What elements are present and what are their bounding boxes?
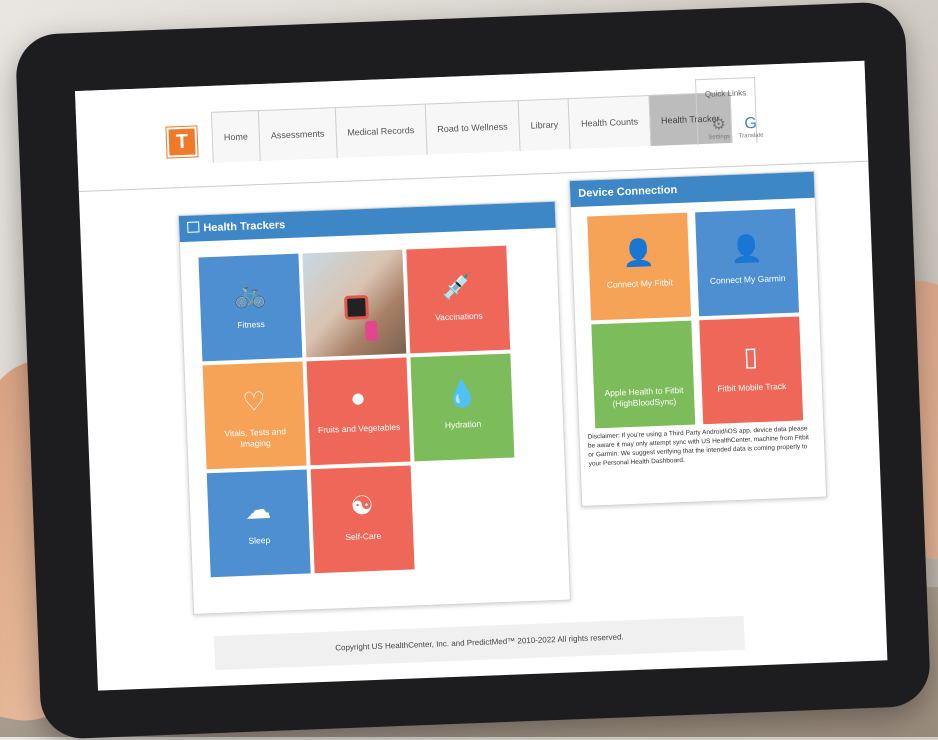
mobile-phone-icon: ▯	[742, 341, 759, 372]
tab-library[interactable]: Library	[517, 98, 572, 152]
translate-icon: G	[744, 114, 758, 133]
tile-vitals[interactable]: ♡ Vitals, Tests and Imaging	[202, 361, 307, 470]
tile-fitbit-mobile-track[interactable]: ▯ Fitbit Mobile Track	[699, 316, 804, 425]
settings-button[interactable]: ⚙ Settings	[704, 116, 733, 141]
smartwatch-image	[344, 294, 369, 320]
health-trackers-panel: Health Trackers 🚲 Fitness 💉 Vaccinations…	[177, 200, 571, 615]
meditation-icon: ☯	[349, 489, 375, 521]
add-user-icon: 👤	[621, 236, 656, 269]
brand-logo[interactable]: T	[166, 126, 198, 158]
tab-assessments[interactable]: Assessments	[257, 107, 338, 162]
main-tabs: Home Assessments Medical Records Road to…	[210, 91, 733, 163]
tab-health-counts[interactable]: Health Counts	[568, 95, 652, 150]
tablet-device: T Home Assessments Medical Records Road …	[14, 1, 932, 740]
tile-connect-fitbit[interactable]: 👤 Connect My Fitbit	[587, 212, 692, 321]
health-trackers-title: Health Trackers	[203, 219, 286, 235]
syringe-icon: 💉	[440, 269, 475, 302]
water-drop-icon: 💧	[445, 377, 479, 410]
apple-logo-icon	[592, 343, 693, 379]
heartbeat-icon: ♡	[241, 385, 267, 417]
tile-apple-health-fitbit[interactable]: Apple Health to Fitbit (HighBloodSync)	[591, 320, 696, 429]
fitness-photo	[302, 249, 407, 358]
health-trackers-header: Health Trackers	[178, 201, 556, 243]
tab-home[interactable]: Home	[210, 110, 261, 163]
device-disclaimer: Disclaimer: If you're using a Third Part…	[587, 425, 810, 468]
tile-self-care[interactable]: ☯ Self-Care	[310, 465, 415, 574]
tile-hydration[interactable]: 💧 Hydration	[410, 353, 515, 462]
tablet-screen: T Home Assessments Medical Records Road …	[74, 60, 888, 691]
apple-icon: ●	[349, 382, 367, 413]
tab-road-to-wellness[interactable]: Road to Wellness	[424, 100, 521, 155]
wristband-image	[365, 320, 378, 342]
tile-fitness[interactable]: 🚲 Fitness	[198, 253, 303, 362]
gears-icon: ⚙	[711, 116, 727, 134]
tile-fruits-vegetables[interactable]: ● Fruits and Vegetables	[306, 357, 411, 466]
copyright-footer: Copyright US HealthCenter, Inc. and Pred…	[214, 615, 745, 671]
tile-sleep[interactable]: ☁ Sleep	[206, 469, 311, 578]
add-user-icon: 👤	[729, 232, 764, 265]
translate-label: Translate	[738, 132, 764, 140]
settings-label: Settings	[708, 133, 731, 141]
sleep-icon: ☁	[244, 493, 272, 525]
bicycle-icon: 🚲	[233, 277, 267, 310]
tile-vaccinations[interactable]: 💉 Vaccinations	[406, 245, 511, 354]
translate-button[interactable]: G Translate	[736, 115, 765, 140]
chart-icon	[187, 221, 200, 233]
tab-medical-records[interactable]: Medical Records	[334, 103, 428, 159]
tile-connect-garmin[interactable]: 👤 Connect My Garmin	[695, 208, 800, 317]
device-connection-panel: Device Connection 👤 Connect My Fitbit 👤 …	[568, 170, 828, 507]
device-connection-header: Device Connection	[569, 171, 815, 208]
